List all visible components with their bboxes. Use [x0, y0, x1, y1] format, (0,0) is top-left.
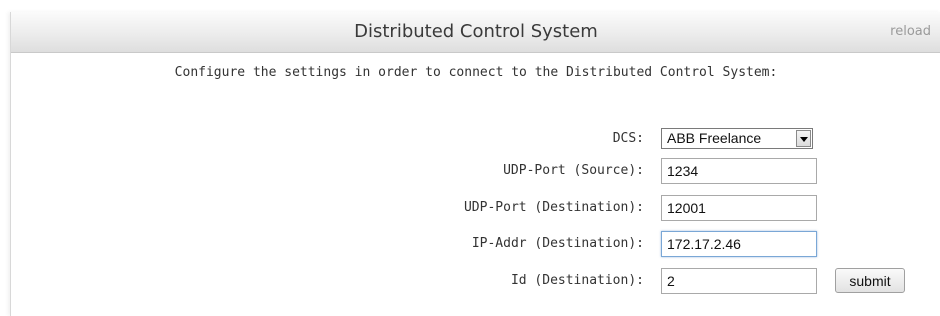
id-destination-input[interactable]	[661, 268, 817, 294]
udp-port-destination-input[interactable]	[661, 195, 817, 221]
page-title: Distributed Control System	[354, 21, 598, 42]
reload-link[interactable]: reload	[890, 12, 931, 52]
dcs-label: DCS:	[612, 131, 644, 146]
udp-port-destination-row: UDP-Port (Destination):	[11, 195, 940, 221]
ip-addr-destination-label: IP-Addr (Destination):	[471, 236, 644, 251]
chevron-down-icon[interactable]	[796, 130, 811, 147]
dcs-settings-panel: Distributed Control System reload Config…	[10, 12, 940, 316]
submit-button[interactable]: submit	[835, 268, 905, 293]
id-destination-label: Id (Destination):	[510, 273, 644, 288]
dcs-select[interactable]: ABB Freelance	[661, 128, 813, 149]
ip-addr-destination-input[interactable]	[661, 231, 817, 257]
panel-header: Distributed Control System reload	[11, 12, 940, 53]
id-destination-row: Id (Destination):	[11, 268, 940, 294]
udp-port-source-row: UDP-Port (Source):	[11, 158, 940, 184]
udp-port-destination-label: UDP-Port (Destination):	[463, 200, 644, 215]
dcs-row: DCS: ABB Freelance	[11, 126, 940, 152]
instructions-text: Configure the settings in order to conne…	[174, 65, 778, 80]
ip-addr-destination-row: IP-Addr (Destination):	[11, 231, 940, 257]
dcs-select-value: ABB Freelance	[667, 130, 762, 146]
udp-port-source-label: UDP-Port (Source):	[503, 163, 644, 178]
udp-port-source-input[interactable]	[661, 158, 817, 184]
